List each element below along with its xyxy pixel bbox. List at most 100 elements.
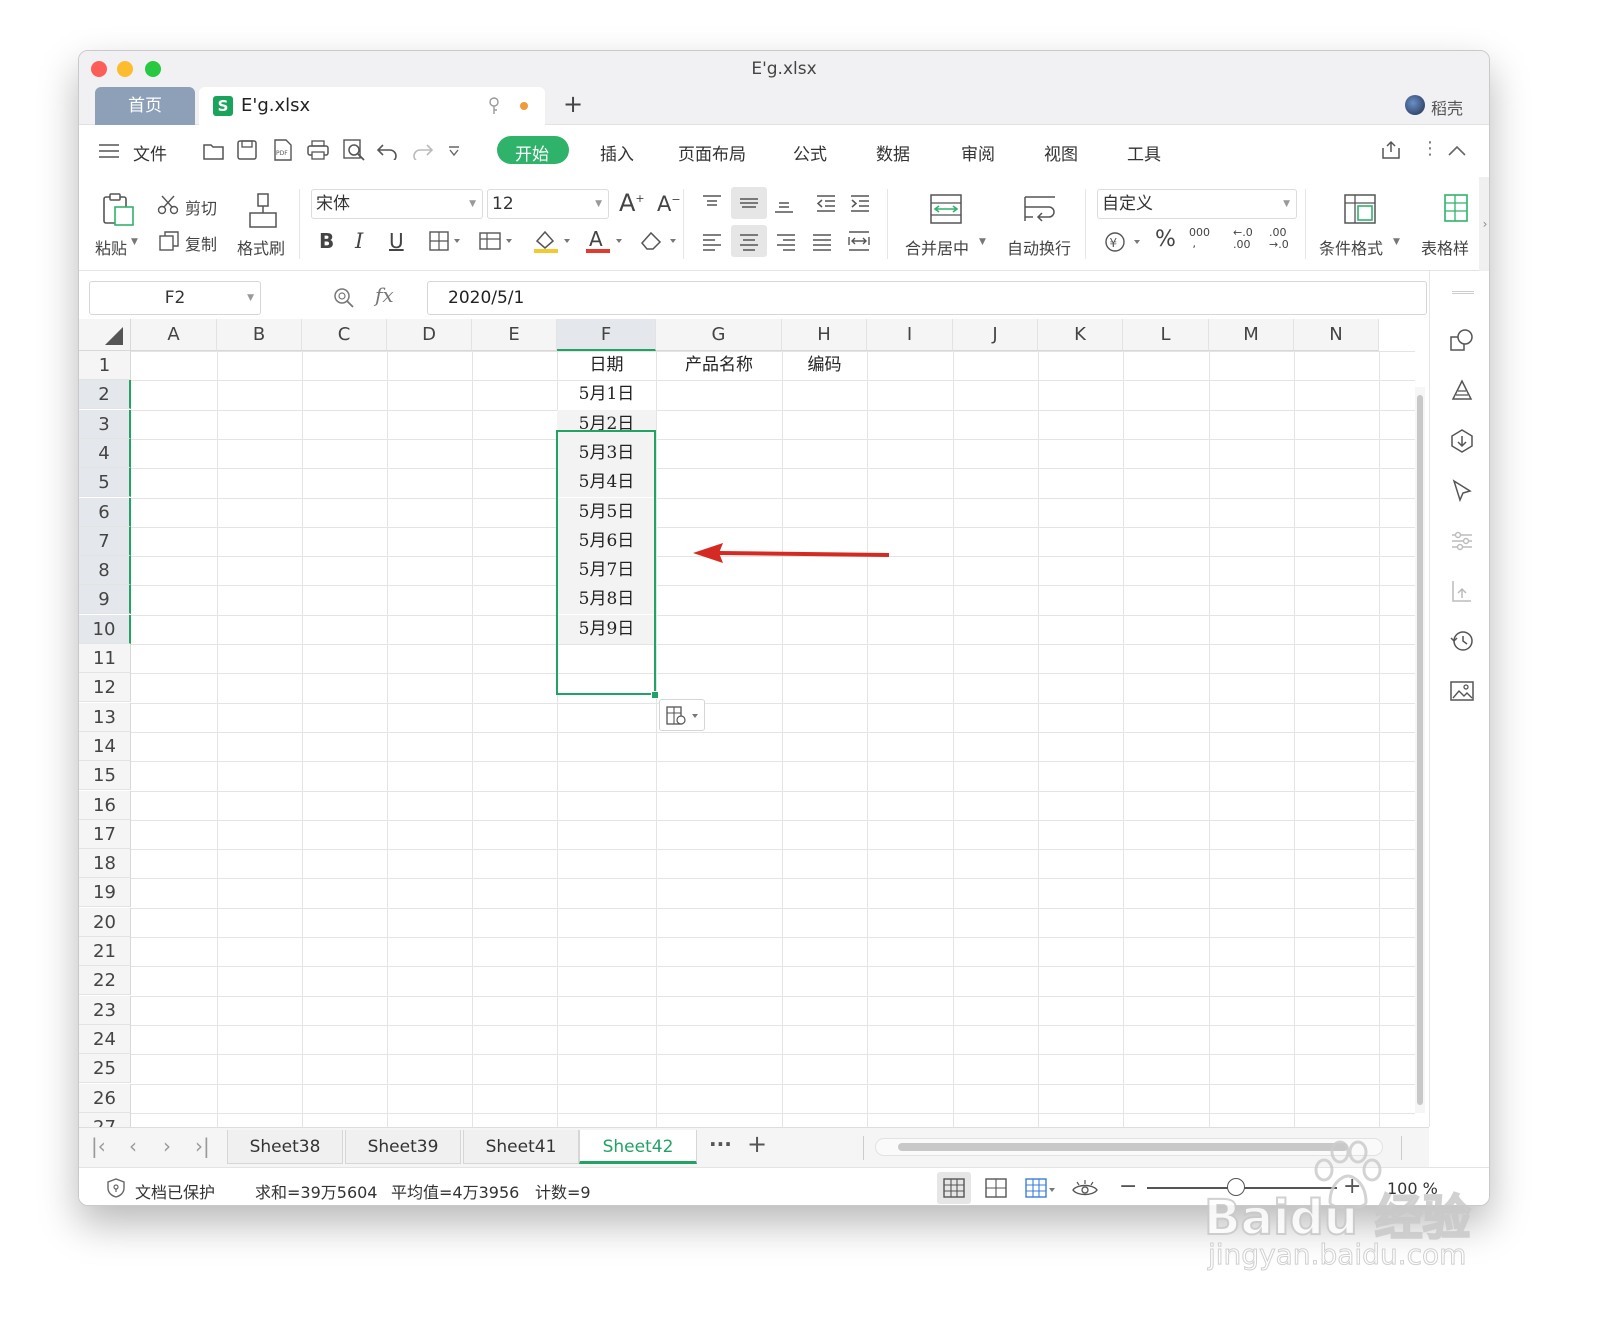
zoom-formula-icon[interactable] [333,287,355,309]
row-header[interactable]: 17 [79,819,131,849]
undo-icon[interactable] [377,142,399,160]
menu-item[interactable]: 开始 [515,140,549,165]
row-header[interactable]: 10 [79,614,131,644]
column-header[interactable]: D [387,319,472,351]
print-preview-icon[interactable] [343,139,365,161]
cut-icon[interactable] [157,195,179,215]
column-header[interactable]: K [1038,319,1123,351]
select-cursor-icon[interactable] [1450,479,1474,503]
quick-access-dropdown-icon[interactable] [447,145,461,157]
new-tab-button[interactable]: + [563,90,583,118]
copy-icon[interactable] [159,231,179,251]
align-top-icon[interactable] [701,195,723,211]
cell-F2[interactable]: 5月1日 [557,380,656,409]
paste-dropdown-icon[interactable]: ▼ [131,237,138,247]
more-menu-icon[interactable]: ⋮ [1421,138,1439,159]
shapes-icon[interactable] [1450,329,1474,353]
row-header[interactable]: 2 [79,380,131,410]
cell-style-icon[interactable] [479,231,515,251]
fill-color-icon[interactable] [533,229,573,253]
vertical-scrollbar[interactable] [1415,387,1425,1113]
increase-decimal-icon[interactable]: ←.0.00 [1233,227,1253,251]
row-header[interactable]: 1 [79,351,131,380]
bold-button[interactable]: B [319,229,334,253]
style-icon[interactable] [1450,379,1474,403]
page-break-view-icon[interactable] [1025,1178,1057,1198]
font-size-select[interactable]: 12 ▼ [487,189,609,219]
number-format-select[interactable]: 自定义 ▼ [1097,189,1297,219]
print-icon[interactable] [307,140,329,160]
row-header[interactable]: 27 [79,1112,131,1127]
wrap-text-label[interactable]: 自动换行 [1007,235,1071,259]
share-icon[interactable] [1381,140,1401,160]
column-header[interactable]: L [1123,319,1209,351]
merge-center-label[interactable]: 合并居中 [905,235,969,259]
sheet-tab[interactable]: Sheet38 [227,1130,343,1164]
column-header[interactable]: J [953,319,1038,351]
borders-icon[interactable] [429,231,463,251]
merge-dropdown-icon[interactable]: ▼ [979,237,986,247]
conditional-format-dropdown-icon[interactable]: ▼ [1393,237,1400,247]
row-header[interactable]: 14 [79,731,131,761]
menu-item[interactable]: 页面布局 [678,140,746,165]
insert-data-icon[interactable] [1450,429,1474,453]
row-header[interactable]: 19 [79,878,131,908]
page-layout-view-icon[interactable] [985,1178,1007,1198]
open-folder-icon[interactable] [203,141,225,161]
justify-icon[interactable] [811,233,833,251]
row-header[interactable]: 18 [79,849,131,879]
row-header[interactable]: 22 [79,966,131,996]
cell-G1[interactable]: 产品名称 [656,351,782,380]
decrease-decimal-icon[interactable]: .00 →.0 [1269,227,1289,251]
image-icon[interactable] [1450,679,1474,703]
paste-icon[interactable] [101,193,137,227]
row-header[interactable]: 13 [79,702,131,732]
key-icon[interactable] [487,97,501,115]
row-header[interactable]: 15 [79,761,131,791]
column-header[interactable]: F [557,319,656,351]
distribute-icon[interactable] [847,231,871,251]
align-right-icon[interactable] [775,233,797,251]
conditional-format-label[interactable]: 条件格式 [1319,235,1383,259]
format-painter-icon[interactable] [247,193,279,229]
column-header[interactable]: E [472,319,557,351]
select-all-corner[interactable] [79,319,131,351]
vertical-scrollbar-thumb[interactable] [1417,395,1423,1105]
column-header[interactable]: B [217,319,302,351]
add-sheet-button[interactable]: + [747,1130,767,1158]
row-header[interactable]: 6 [79,497,131,527]
menu-item[interactable]: 插入 [600,140,634,165]
last-sheet-icon[interactable]: ›| [195,1134,210,1158]
column-header[interactable]: G [656,319,782,351]
table-style-icon[interactable] [1443,193,1473,225]
tab-home[interactable]: 首页 [95,87,195,125]
cell-F1[interactable]: 日期 [557,351,656,380]
wrap-text-icon[interactable] [1023,193,1057,225]
decrease-indent-icon[interactable] [815,195,837,213]
row-header[interactable]: 3 [79,409,131,439]
property-settings-icon[interactable] [1450,529,1474,553]
more-sheets-icon[interactable]: ··· [709,1132,732,1156]
percent-button[interactable]: % [1155,227,1176,252]
account-label[interactable]: 稻壳 [1431,95,1463,119]
cell-reference-box[interactable]: F2 ▼ [89,281,261,315]
copy-label[interactable]: 复制 [185,231,217,255]
redo-icon[interactable] [411,142,433,160]
thousands-separator-icon[interactable]: 000 , [1189,227,1210,249]
paste-options-button[interactable] [659,699,705,731]
row-header[interactable]: 9 [79,585,131,615]
column-header[interactable]: M [1209,319,1294,351]
row-header[interactable]: 26 [79,1083,131,1113]
clear-format-icon[interactable] [639,229,679,253]
format-painter-label[interactable]: 格式刷 [237,235,285,259]
column-header[interactable]: A [131,319,217,351]
align-bottom-icon[interactable] [773,197,795,213]
row-header[interactable]: 11 [79,644,131,673]
conditional-format-icon[interactable] [1343,193,1377,225]
row-header[interactable]: 12 [79,673,131,703]
column-header[interactable]: H [782,319,867,351]
collapse-ribbon-icon[interactable] [1447,145,1467,157]
spreadsheet-grid[interactable]: ABCDEFGHIJKLMN 1 2 3 4 5 6 7 8 9 10 11 12 13 14 15 16 17… [79,319,1429,1127]
row-header[interactable]: 25 [79,1054,131,1084]
tab-document[interactable]: S E'g.xlsx [199,87,545,125]
